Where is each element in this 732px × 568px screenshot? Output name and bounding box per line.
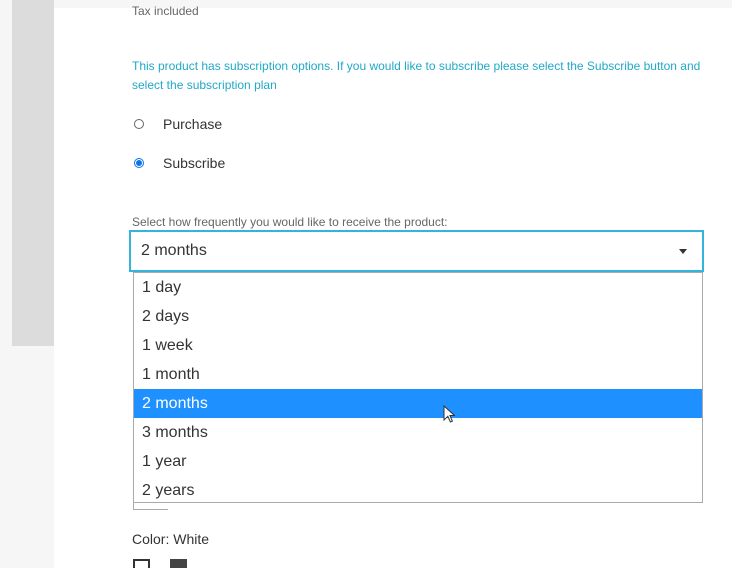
mouse-pointer-icon [443, 405, 455, 423]
frequency-option-2-months[interactable]: 2 months [134, 389, 702, 418]
frequency-option-1-week[interactable]: 1 week [134, 331, 702, 360]
tax-included-text: Tax included [132, 4, 199, 18]
subscribe-radio-option[interactable]: Subscribe [132, 153, 225, 173]
dark-gray-color-swatch[interactable] [170, 559, 187, 568]
frequency-option-1-day[interactable]: 1 day [134, 273, 702, 302]
frequency-option-2-days[interactable]: 2 days [134, 302, 702, 331]
frequency-select-label: Select how frequently you would like to … [132, 215, 448, 229]
product-options-content: Tax included This product has subscripti… [54, 4, 732, 568]
subscribe-radio-button[interactable] [134, 158, 144, 168]
frequency-select-value: 2 months [141, 242, 207, 259]
left-gray-panel [12, 0, 54, 346]
color-label: Color: White [132, 531, 210, 547]
frequency-option-1-year[interactable]: 1 year [134, 447, 702, 476]
purchase-radio-button[interactable] [134, 119, 144, 129]
frequency-dropdown-list[interactable]: 1 day 2 days 1 week 1 month 2 months 3 m… [133, 272, 703, 503]
frequency-option-1-month[interactable]: 1 month [134, 360, 702, 389]
frequency-option-3-months[interactable]: 3 months [134, 418, 702, 447]
white-color-swatch[interactable] [133, 559, 150, 568]
caret-down-icon[interactable] [679, 249, 687, 254]
purchase-radio-label: Purchase [163, 116, 223, 132]
frequency-select[interactable]: 2 months [129, 230, 704, 272]
product-options-page: Tax included This product has subscripti… [0, 0, 732, 568]
partially-visible-control [133, 503, 168, 510]
frequency-option-2-years[interactable]: 2 years [134, 476, 702, 505]
purchase-radio-option[interactable]: Purchase [132, 114, 222, 134]
subscription-info-text: This product has subscription options. I… [132, 59, 701, 92]
subscribe-radio-label: Subscribe [163, 155, 226, 171]
